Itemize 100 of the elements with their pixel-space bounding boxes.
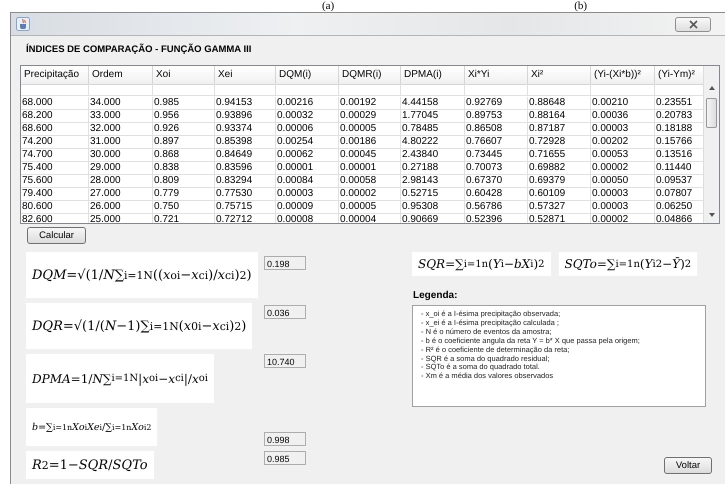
table-cell: 0.00036 bbox=[591, 110, 655, 123]
legend-title: Legenda: bbox=[413, 290, 458, 301]
result-field: 0.036 bbox=[264, 305, 306, 319]
table-cell: 0.60428 bbox=[465, 188, 528, 201]
table-cell: 0.00006 bbox=[276, 123, 339, 136]
table-cell: 75.400 bbox=[21, 162, 89, 175]
coffee-cup-icon bbox=[16, 17, 30, 31]
table-cell: 31.000 bbox=[89, 136, 153, 149]
column-header[interactable]: Xei bbox=[215, 66, 276, 85]
table-cell: 0.838 bbox=[153, 162, 215, 175]
table-cell: 2.98143 bbox=[401, 175, 465, 188]
table-cell: 0.868 bbox=[153, 149, 215, 162]
table-cell: 0.897 bbox=[153, 136, 215, 149]
column-header[interactable]: DQMR(i) bbox=[339, 66, 401, 85]
table-cell bbox=[339, 84, 401, 96]
table-cell: 0.70073 bbox=[465, 162, 528, 175]
table-cell: 29.000 bbox=[89, 162, 153, 175]
table-cell: 0.52715 bbox=[401, 188, 465, 201]
column-header[interactable]: DPMA(i) bbox=[401, 66, 465, 85]
table-cell bbox=[21, 84, 89, 96]
result-field: 0.985 bbox=[264, 451, 306, 465]
close-icon bbox=[688, 20, 698, 28]
table-cell: 0.93374 bbox=[215, 123, 276, 136]
column-header[interactable]: Precipitação bbox=[21, 66, 89, 85]
result-field: 10.740 bbox=[264, 354, 306, 368]
table-cell: 0.809 bbox=[153, 175, 215, 188]
table-cell: 33.000 bbox=[89, 110, 153, 123]
column-header[interactable]: Xi² bbox=[528, 66, 591, 85]
table-cell: 0.83294 bbox=[215, 175, 276, 188]
table-cell: 0.00053 bbox=[591, 149, 655, 162]
back-button[interactable]: Voltar bbox=[664, 457, 712, 474]
column-header[interactable]: Ordem bbox=[89, 66, 153, 85]
table-cell: 0.85398 bbox=[215, 136, 276, 149]
table-cell: 0.00192 bbox=[339, 97, 401, 110]
table-cell: 75.600 bbox=[21, 175, 89, 188]
table-cell: 0.00001 bbox=[276, 162, 339, 175]
column-header[interactable]: Xoi bbox=[153, 66, 215, 85]
table-cell: 0.83596 bbox=[215, 162, 276, 175]
table-cell: 74.700 bbox=[21, 149, 89, 162]
table-cell: 0.77530 bbox=[215, 188, 276, 201]
table-cell: 2.43840 bbox=[401, 149, 465, 162]
table-cell: 0.89753 bbox=[465, 110, 528, 123]
table-cell: 0.956 bbox=[153, 110, 215, 123]
table-cell: 0.27188 bbox=[401, 162, 465, 175]
table-cell: 0.00002 bbox=[591, 162, 655, 175]
table-cell: 1.77045 bbox=[401, 110, 465, 123]
table-cell: 0.88164 bbox=[528, 110, 591, 123]
close-button[interactable] bbox=[675, 16, 711, 32]
table-cell: 0.750 bbox=[153, 201, 215, 214]
table-cell: 0.60109 bbox=[528, 188, 591, 201]
table-cell: 0.00004 bbox=[339, 214, 401, 223]
table-cell: 0.00003 bbox=[591, 188, 655, 201]
table-cell: 0.92769 bbox=[465, 97, 528, 110]
table-cell: 0.00005 bbox=[339, 123, 401, 136]
table-cell bbox=[276, 84, 339, 96]
table-cell bbox=[465, 84, 528, 96]
table-cell: 79.400 bbox=[21, 188, 89, 201]
table-cell: 0.90669 bbox=[401, 214, 465, 223]
table-cell: 30.000 bbox=[89, 149, 153, 162]
table-cell: 28.000 bbox=[89, 175, 153, 188]
table-cell: 0.00210 bbox=[591, 97, 655, 110]
scrollbar[interactable] bbox=[703, 66, 719, 223]
table-cell: 0.86508 bbox=[465, 123, 528, 136]
table-cell: 0.78485 bbox=[401, 123, 465, 136]
table-cell: 0.00008 bbox=[276, 214, 339, 223]
table-cell: 0.00186 bbox=[339, 136, 401, 149]
table-cell: 34.000 bbox=[89, 97, 153, 110]
table-cell: 0.71655 bbox=[528, 149, 591, 162]
table-cell: 0.95308 bbox=[401, 201, 465, 214]
table-cell: 0.00003 bbox=[591, 123, 655, 136]
table-cell: 0.779 bbox=[153, 188, 215, 201]
table-cell: 0.69379 bbox=[528, 175, 591, 188]
table-cell: 0.84649 bbox=[215, 149, 276, 162]
table-cell: 32.000 bbox=[89, 123, 153, 136]
table-cell: 74.200 bbox=[21, 136, 89, 149]
result-field: 0.198 bbox=[264, 256, 306, 270]
table-cell: 0.57327 bbox=[528, 201, 591, 214]
figure-label: (b) bbox=[574, 1, 588, 12]
table-cell: 4.80222 bbox=[401, 136, 465, 149]
table-cell: 0.52396 bbox=[465, 214, 528, 223]
table-cell: 0.94153 bbox=[215, 97, 276, 110]
calculate-button[interactable]: Calcular bbox=[27, 227, 86, 244]
table-cell: 0.00058 bbox=[339, 175, 401, 188]
figure-label: (a) bbox=[322, 1, 334, 12]
page-heading: ÍNDICES DE COMPARAÇÃO - FUNÇÃO GAMMA III bbox=[26, 44, 252, 57]
table-cell: 0.00003 bbox=[276, 188, 339, 201]
table-cell: 27.000 bbox=[89, 188, 153, 201]
column-header[interactable]: DQM(i) bbox=[276, 66, 339, 85]
table-cell: 0.00202 bbox=[591, 136, 655, 149]
result-field: 0.998 bbox=[264, 432, 306, 446]
table-cell bbox=[215, 84, 276, 96]
table-cell: 68.600 bbox=[21, 123, 89, 136]
table-cell bbox=[153, 84, 215, 96]
table-cell: 0.00050 bbox=[591, 175, 655, 188]
table-cell: 0.76607 bbox=[465, 136, 528, 149]
column-header[interactable]: (Yi-(Xi*b))² bbox=[591, 66, 655, 85]
table-cell bbox=[89, 84, 153, 96]
column-header[interactable]: Xi*Yi bbox=[465, 66, 528, 85]
table-cell: 68.200 bbox=[21, 110, 89, 123]
table-cell: 80.600 bbox=[21, 201, 89, 214]
